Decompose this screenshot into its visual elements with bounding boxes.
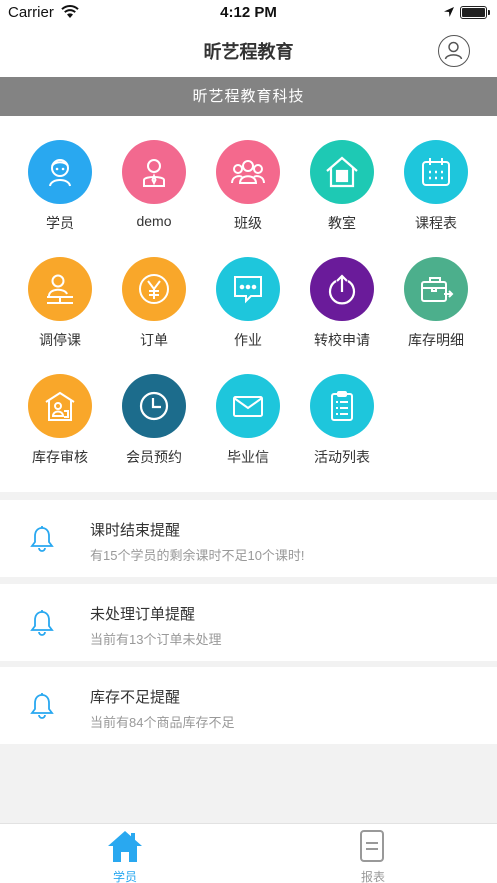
menu-item-label: 库存审核 bbox=[32, 449, 88, 465]
menu-item-classroom[interactable]: 教室 bbox=[295, 140, 389, 250]
reminder-title: 课时结束提醒 bbox=[90, 522, 181, 539]
calendar-icon bbox=[404, 140, 468, 204]
yen-icon bbox=[122, 257, 186, 321]
tab-bar: 学员 报表 bbox=[0, 823, 497, 883]
menu-item-member-booking[interactable]: 会员预约 bbox=[107, 374, 201, 484]
person-tie-icon bbox=[122, 140, 186, 204]
message-dots-icon bbox=[216, 257, 280, 321]
menu-item-reschedule[interactable]: 调停课 bbox=[13, 257, 107, 367]
tab-label: 学员 bbox=[112, 870, 137, 883]
warehouse-icon bbox=[28, 374, 92, 438]
clipboard-list-icon bbox=[310, 374, 374, 438]
home-icon bbox=[107, 829, 143, 868]
reminder-description: 有15个学员的剩余课时不足10个课时! bbox=[90, 548, 305, 563]
menu-item-label: 转校申请 bbox=[314, 332, 370, 348]
menu-item-student[interactable]: 学员 bbox=[13, 140, 107, 250]
tab-reports[interactable]: 报表 bbox=[313, 824, 433, 883]
group-icon bbox=[216, 140, 280, 204]
menu-item-demo[interactable]: demo bbox=[107, 140, 201, 250]
bell-icon bbox=[30, 692, 54, 724]
menu-item-graduation-letter[interactable]: 毕业信 bbox=[201, 374, 295, 484]
reminder-description: 当前有84个商品库存不足 bbox=[90, 715, 235, 730]
menu-item-schedule[interactable]: 课程表 bbox=[389, 140, 483, 250]
user-circle-icon[interactable] bbox=[438, 35, 470, 67]
tab-students[interactable]: 学员 bbox=[65, 824, 185, 883]
reminder-card-lesson-end[interactable]: 课时结束提醒 有15个学员的剩余课时不足10个课时! bbox=[0, 500, 497, 577]
menu-item-label: 会员预约 bbox=[126, 449, 182, 465]
menu-item-inventory-review[interactable]: 库存审核 bbox=[13, 374, 107, 484]
company-banner: 昕艺程教育科技 bbox=[0, 77, 497, 116]
menu-grid: 学员 demo 班级 教室 课程表 调停课 订单 作业 转校申请 库存明细 库存… bbox=[0, 116, 497, 492]
battery-icon bbox=[460, 6, 490, 19]
menu-item-homework[interactable]: 作业 bbox=[201, 257, 295, 367]
reminder-description: 当前有13个订单未处理 bbox=[90, 632, 222, 647]
clock-icon bbox=[122, 374, 186, 438]
menu-item-label: 教室 bbox=[328, 215, 356, 231]
document-icon bbox=[359, 829, 385, 868]
nav-bar: 昕艺程教育 bbox=[0, 26, 497, 77]
menu-item-class[interactable]: 班级 bbox=[201, 140, 295, 250]
power-arrow-icon bbox=[310, 257, 374, 321]
menu-item-label: 班级 bbox=[234, 215, 262, 231]
menu-item-label: 调停课 bbox=[39, 332, 81, 348]
location-arrow-icon bbox=[443, 5, 455, 22]
menu-item-label: demo bbox=[136, 213, 172, 229]
briefcase-icon bbox=[404, 257, 468, 321]
menu-item-transfer[interactable]: 转校申请 bbox=[295, 257, 389, 367]
page-title: 昕艺程教育 bbox=[203, 42, 294, 62]
status-bar: Carrier 4:12 PM bbox=[0, 0, 497, 26]
bell-icon bbox=[30, 609, 54, 641]
person-desk-icon bbox=[28, 257, 92, 321]
status-time: 4:12 PM bbox=[220, 4, 277, 21]
menu-item-activity-list[interactable]: 活动列表 bbox=[295, 374, 389, 484]
menu-item-label: 作业 bbox=[234, 332, 262, 348]
menu-item-label: 活动列表 bbox=[314, 449, 370, 465]
menu-item-label: 课程表 bbox=[415, 215, 457, 231]
menu-item-label: 学员 bbox=[46, 215, 74, 231]
house-icon bbox=[310, 140, 374, 204]
menu-item-label: 订单 bbox=[140, 332, 168, 348]
menu-item-label: 毕业信 bbox=[227, 449, 269, 465]
reminder-title: 未处理订单提醒 bbox=[90, 606, 196, 623]
reminder-title: 库存不足提醒 bbox=[90, 689, 181, 706]
reminder-card-pending-orders[interactable]: 未处理订单提醒 当前有13个订单未处理 bbox=[0, 584, 497, 661]
tab-label: 报表 bbox=[360, 870, 385, 883]
menu-item-inventory-detail[interactable]: 库存明细 bbox=[389, 257, 483, 367]
student-icon bbox=[28, 140, 92, 204]
reminder-card-low-stock[interactable]: 库存不足提醒 当前有84个商品库存不足 bbox=[0, 667, 497, 744]
menu-item-orders[interactable]: 订单 bbox=[107, 257, 201, 367]
menu-item-label: 库存明细 bbox=[408, 332, 464, 348]
bell-icon bbox=[30, 525, 54, 557]
envelope-icon bbox=[216, 374, 280, 438]
